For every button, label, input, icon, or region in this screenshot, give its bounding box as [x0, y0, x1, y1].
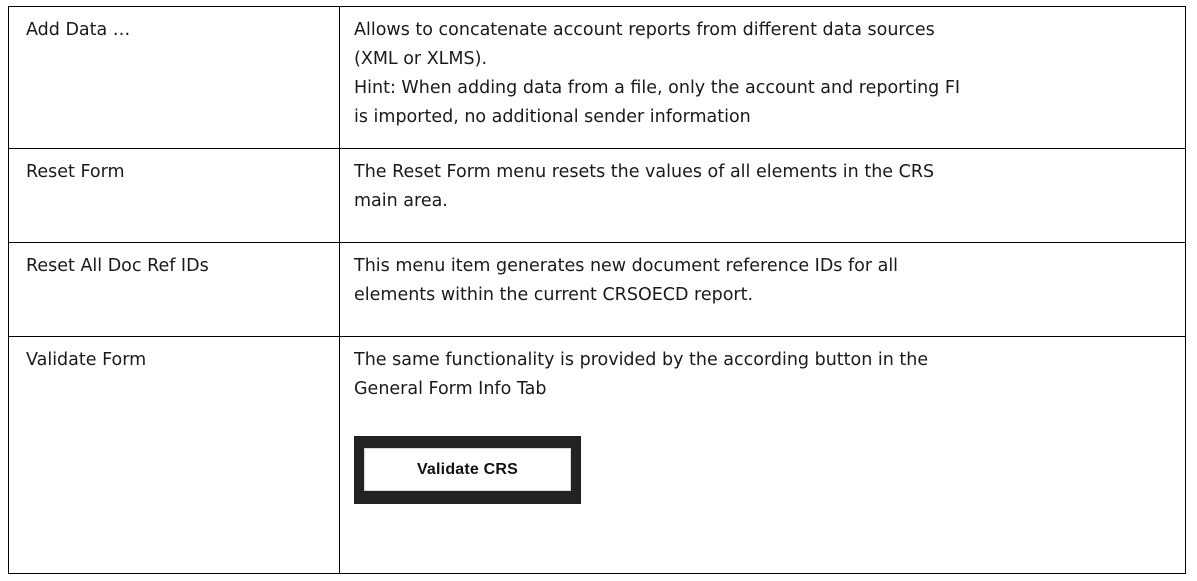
- table-row: Add Data … Allows to concatenate account…: [8, 6, 1186, 149]
- description-text: This menu item generates new document re…: [354, 256, 899, 276]
- description-text: Hint: When adding data from a file, only…: [354, 78, 961, 98]
- button-screenshot: Validate CRS: [354, 436, 581, 504]
- description-text: elements within the current CRSOECD repo…: [354, 285, 754, 305]
- description-text: The same functionality is provided by th…: [354, 350, 929, 370]
- description-cell: The same functionality is provided by th…: [339, 336, 1186, 574]
- menu-description-table: Add Data … Allows to concatenate account…: [8, 6, 1186, 574]
- table-row: Reset All Doc Ref IDs This menu item gen…: [8, 242, 1186, 337]
- description-text: Allows to concatenate account reports fr…: [354, 20, 935, 40]
- table-row: Reset Form The Reset Form menu resets th…: [8, 148, 1186, 243]
- description-cell: The Reset Form menu resets the values of…: [339, 148, 1186, 243]
- validate-crs-button[interactable]: Validate CRS: [364, 448, 571, 491]
- term-label: Reset Form: [26, 162, 125, 182]
- description-text: main area.: [354, 191, 448, 211]
- term-cell: Validate Form: [8, 336, 340, 574]
- term-cell: Reset All Doc Ref IDs: [8, 242, 340, 337]
- description-cell: This menu item generates new document re…: [339, 242, 1186, 337]
- term-cell: Add Data …: [8, 6, 340, 149]
- description-cell: Allows to concatenate account reports fr…: [339, 6, 1186, 149]
- description-text: (XML or XLMS).: [354, 49, 488, 69]
- term-label: Add Data …: [26, 20, 131, 40]
- description-text: General Form Info Tab: [354, 379, 547, 399]
- term-cell: Reset Form: [8, 148, 340, 243]
- description-text: The Reset Form menu resets the values of…: [354, 162, 935, 182]
- term-label: Reset All Doc Ref IDs: [26, 256, 209, 276]
- description-text: is imported, no additional sender inform…: [354, 107, 751, 127]
- table-row: Validate Form The same functionality is …: [8, 336, 1186, 574]
- term-label: Validate Form: [26, 350, 147, 370]
